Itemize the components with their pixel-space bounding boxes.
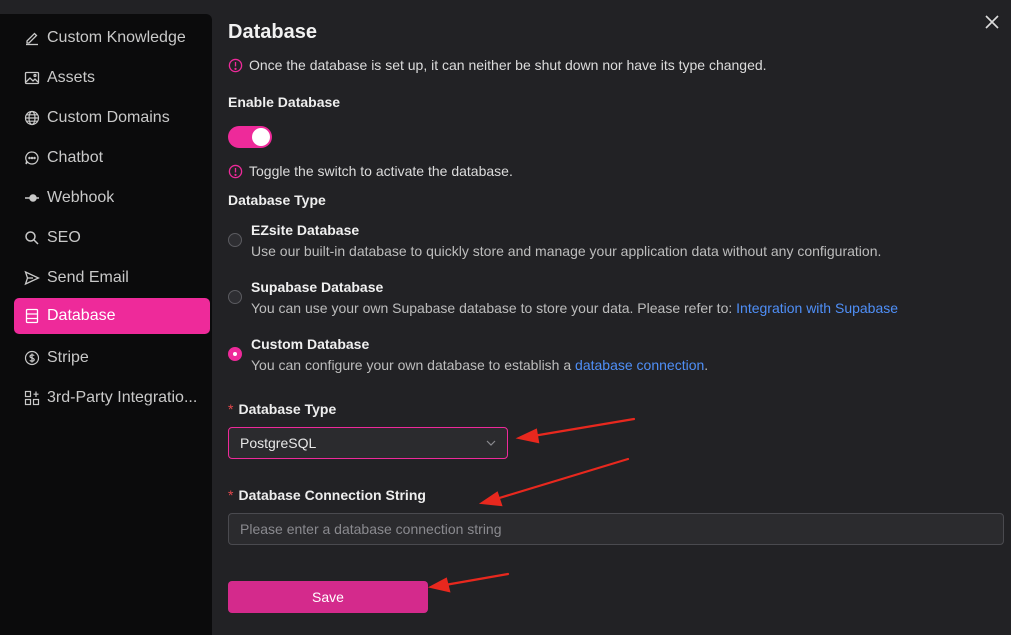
option-title: Supabase Database bbox=[251, 279, 384, 295]
option-description-suffix: . bbox=[704, 357, 709, 373]
save-button[interactable]: Save bbox=[228, 581, 428, 613]
option-description: You can use your own Supabase database t… bbox=[251, 300, 898, 316]
arrowhead bbox=[427, 577, 451, 593]
required-mark: * bbox=[228, 401, 234, 417]
select-value: PostgreSQL bbox=[240, 435, 317, 451]
sidebar-item-label: Custom Knowledge bbox=[47, 29, 186, 46]
sidebar-item-label: Database bbox=[47, 307, 116, 324]
radio-button[interactable] bbox=[228, 290, 242, 304]
supabase-integration-link[interactable]: Integration with Supabase bbox=[736, 300, 898, 316]
sidebar-item-chatbot[interactable]: Chatbot bbox=[14, 140, 210, 176]
sidebar-item-custom-knowledge[interactable]: Custom Knowledge bbox=[14, 20, 210, 56]
sidebar-item-send-email[interactable]: Send Email bbox=[14, 260, 210, 296]
globe-icon bbox=[23, 109, 41, 127]
option-description-text: You can configure your own database to e… bbox=[251, 357, 576, 373]
option-description: You can configure your own database to e… bbox=[251, 357, 708, 373]
sidebar-item-label: Stripe bbox=[47, 349, 89, 366]
option-description-text: You can use your own Supabase database t… bbox=[251, 300, 737, 316]
option-ezsite-database[interactable]: EZsite Database Use our built-in databas… bbox=[228, 222, 988, 262]
sidebar-item-database[interactable]: Database bbox=[14, 298, 210, 334]
required-mark: * bbox=[228, 487, 234, 503]
annotation-arrow bbox=[443, 572, 510, 587]
close-icon[interactable] bbox=[982, 12, 1002, 32]
option-title: Custom Database bbox=[251, 336, 370, 352]
integration-icon bbox=[23, 389, 41, 407]
annotation-arrow bbox=[494, 457, 630, 501]
toggle-knob bbox=[252, 128, 270, 146]
sidebar-item-label: Webhook bbox=[47, 189, 115, 206]
arrowhead bbox=[515, 428, 540, 444]
radio-button[interactable] bbox=[228, 233, 242, 247]
sidebar-item-stripe[interactable]: Stripe bbox=[14, 340, 210, 376]
chat-bubble-icon bbox=[23, 149, 41, 167]
send-icon bbox=[23, 269, 41, 287]
sidebar-item-3rd-party-integrations[interactable]: 3rd-Party Integratio... bbox=[14, 380, 210, 416]
conn-string-field-label: * Database Connection String bbox=[228, 487, 426, 503]
warning-text: Once the database is set up, it can neit… bbox=[249, 57, 767, 73]
sidebar-item-label: Custom Domains bbox=[47, 109, 170, 126]
search-icon bbox=[23, 229, 41, 247]
conn-string-field-label-text: Database Connection String bbox=[238, 487, 426, 503]
option-title: EZsite Database bbox=[251, 222, 360, 238]
enable-database-label: Enable Database bbox=[228, 94, 341, 110]
arrowhead bbox=[478, 491, 503, 507]
alert-icon bbox=[228, 58, 243, 72]
sidebar-item-webhook[interactable]: Webhook bbox=[14, 180, 210, 216]
sidebar-item-label: Chatbot bbox=[47, 149, 104, 166]
dollar-icon bbox=[23, 349, 41, 367]
database-type-heading: Database Type bbox=[228, 192, 326, 208]
sidebar-item-custom-domains[interactable]: Custom Domains bbox=[14, 100, 210, 136]
sidebar-item-seo[interactable]: SEO bbox=[14, 220, 210, 256]
db-type-field-label: * Database Type bbox=[228, 401, 336, 417]
option-supabase-database[interactable]: Supabase Database You can use your own S… bbox=[228, 279, 988, 319]
sidebar: Custom Knowledge Assets Custom Domains C… bbox=[0, 14, 212, 635]
alert-icon bbox=[228, 164, 243, 178]
warning-notice: Once the database is set up, it can neit… bbox=[228, 57, 767, 73]
toggle-hint-text: Toggle the switch to activate the databa… bbox=[249, 163, 513, 179]
edit-icon bbox=[23, 29, 41, 47]
image-icon bbox=[23, 69, 41, 87]
toggle-hint: Toggle the switch to activate the databa… bbox=[228, 163, 513, 179]
sidebar-item-assets[interactable]: Assets bbox=[14, 60, 210, 96]
sidebar-item-label: SEO bbox=[47, 229, 81, 246]
radio-button-selected[interactable] bbox=[228, 347, 242, 361]
sidebar-item-label: Send Email bbox=[47, 269, 129, 286]
database-connection-link[interactable]: database connection bbox=[575, 357, 704, 373]
sidebar-item-label: 3rd-Party Integratio... bbox=[47, 389, 198, 406]
database-type-select[interactable]: PostgreSQL bbox=[228, 427, 508, 459]
sidebar-item-label: Assets bbox=[47, 69, 96, 86]
database-icon bbox=[23, 307, 41, 325]
annotation-arrow bbox=[531, 417, 636, 438]
chevron-down-icon bbox=[486, 440, 496, 446]
db-type-field-label-text: Database Type bbox=[238, 401, 337, 417]
webhook-icon bbox=[23, 189, 41, 207]
enable-database-toggle[interactable] bbox=[228, 126, 272, 148]
option-description: Use our built-in database to quickly sto… bbox=[251, 243, 882, 259]
page-title: Database bbox=[228, 21, 317, 43]
connection-string-input[interactable] bbox=[228, 513, 1004, 545]
option-custom-database[interactable]: Custom Database You can configure your o… bbox=[228, 336, 988, 376]
